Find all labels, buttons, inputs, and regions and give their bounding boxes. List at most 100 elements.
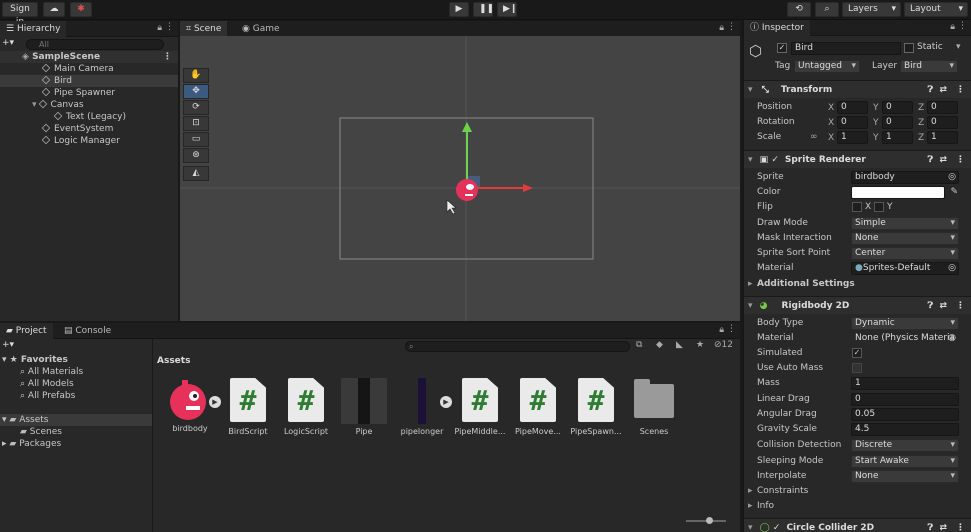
project-add-button[interactable]: +▾ [2, 340, 14, 350]
collab-icon[interactable]: ✱ [70, 2, 92, 17]
packages-folder-row[interactable]: ▸ ▰ Packages [0, 438, 150, 450]
favorite-item[interactable]: ⌕ All Models [0, 378, 150, 390]
sprite-field[interactable]: birdbody ◎ [851, 171, 959, 184]
scale-tool[interactable]: ⊡ [183, 116, 209, 131]
rb-material-field[interactable]: None (Physics Materia ◎ [851, 332, 959, 345]
icon-size-slider[interactable] [686, 517, 726, 524]
help-icon[interactable]: ❓︎ [928, 151, 933, 169]
help-icon[interactable]: ❓︎ [928, 297, 933, 315]
tab-console[interactable]: ▤ Console [58, 323, 117, 339]
hidden-packages-count[interactable]: ⊘12 [714, 340, 733, 350]
draw-mode-dropdown[interactable]: Simple [851, 217, 959, 230]
position-z-field[interactable]: Z0 [918, 101, 958, 114]
asset-tile[interactable]: # BirdScript [218, 378, 278, 436]
collision-dropdown[interactable]: Discrete [851, 439, 959, 452]
preset-icon[interactable]: ⇄ [939, 81, 947, 99]
expand-arrow-icon[interactable]: ▾ [32, 100, 37, 110]
object-picker-icon[interactable]: ◎ [948, 263, 956, 274]
object-picker-icon[interactable]: ◎ [948, 333, 956, 344]
body-type-dropdown[interactable]: Dynamic [851, 317, 959, 330]
hierarchy-item[interactable]: Text (Legacy) [0, 111, 178, 123]
hierarchy-item[interactable]: Logic Manager [0, 135, 178, 147]
gravity-field[interactable]: 4.5 [851, 423, 959, 436]
mass-field[interactable]: 1 [851, 377, 959, 390]
expand-arrow-icon[interactable]: ▸ [748, 277, 753, 292]
component-menu-icon[interactable]: ⋮ [956, 151, 965, 169]
collapse-arrow-icon[interactable]: ▾ [748, 301, 753, 311]
expand-arrow-icon[interactable]: ▸ [748, 484, 753, 499]
rotation-y-field[interactable]: Y0 [873, 116, 913, 129]
hierarchy-item-selected[interactable]: Bird [0, 75, 178, 87]
constraints-foldout[interactable]: ▸ Constraints [744, 484, 971, 499]
history-icon[interactable]: ⟲ [787, 2, 811, 17]
move-tool[interactable]: ✥ [183, 84, 209, 99]
component-menu-icon[interactable]: ⋮ [956, 297, 965, 315]
inspector-lock-icon[interactable]: 🔒︎ [950, 22, 955, 32]
rotation-x-field[interactable]: X0 [828, 116, 868, 129]
scale-y-field[interactable]: Y1 [873, 131, 913, 144]
enabled-checkbox[interactable]: ✓ [773, 523, 781, 532]
interpolate-dropdown[interactable]: None [851, 470, 959, 483]
angular-drag-field[interactable]: 0.05 [851, 408, 959, 421]
sleeping-dropdown[interactable]: Start Awake [851, 455, 959, 468]
hierarchy-item[interactable]: EventSystem [0, 123, 178, 135]
search-icon[interactable]: ⌕ [815, 2, 839, 17]
flip-x-checkbox[interactable] [852, 202, 862, 212]
lock-icon[interactable]: 🔒︎ [157, 23, 162, 33]
rotate-tool[interactable]: ⟳ [183, 100, 209, 115]
static-checkbox[interactable] [904, 43, 914, 53]
scale-x-field[interactable]: X1 [828, 131, 868, 144]
color-swatch[interactable] [851, 186, 945, 199]
position-x-field[interactable]: X0 [828, 101, 868, 114]
play-button[interactable]: ▶ [449, 2, 469, 17]
rigidbody-header[interactable]: ▾ ◕ Rigidbody 2D ❓︎ ⇄ ⋮ [744, 296, 971, 314]
preset-icon[interactable]: ⇄ [939, 519, 947, 532]
sign-in-button[interactable]: Sign in [2, 2, 38, 27]
scene-more-icon[interactable]: ⋮ [727, 22, 736, 32]
object-name-input[interactable]: Bird [791, 42, 901, 55]
transform-tool[interactable]: ⊛ [183, 148, 209, 163]
pause-button[interactable]: ❚❚ [473, 2, 494, 17]
assets-folder-row[interactable]: ▾ ▰ Assets [0, 414, 152, 426]
cloud-icon[interactable]: ☁ [43, 2, 65, 17]
hierarchy-item[interactable]: Pipe Spawner [0, 87, 178, 99]
enabled-checkbox[interactable]: ✓ [771, 155, 779, 165]
auto-mass-checkbox[interactable] [852, 363, 862, 373]
favorite-star-icon[interactable]: ★ [696, 340, 704, 350]
sort-point-dropdown[interactable]: Center [851, 247, 959, 260]
tag-dropdown[interactable]: Untagged [794, 60, 860, 73]
collapse-arrow-icon[interactable]: ▾ [748, 85, 753, 95]
project-more-icon[interactable]: ⋮ [727, 324, 736, 334]
hierarchy-item[interactable]: ▾ Canvas [0, 99, 178, 111]
object-picker-icon[interactable]: ◎ [948, 172, 956, 183]
tab-inspector[interactable]: ⓘ Inspector [744, 20, 810, 36]
tab-scene[interactable]: ⌗ Scene [180, 21, 228, 37]
scale-z-field[interactable]: Z1 [918, 131, 958, 144]
material-field[interactable]: ●Sprites-Default ◎ [851, 262, 959, 275]
rotation-z-field[interactable]: Z0 [918, 116, 958, 129]
linear-drag-field[interactable]: 0 [851, 393, 959, 406]
asset-tile[interactable]: # PipeMiddle... [450, 378, 510, 436]
asset-tile[interactable]: Pipe [334, 378, 394, 436]
tag-icon[interactable]: ◣ [676, 340, 683, 350]
scene-viewport[interactable] [180, 36, 740, 321]
static-dropdown-icon[interactable]: ▾ [956, 42, 961, 52]
hierarchy-search[interactable]: All [26, 39, 164, 50]
add-button[interactable]: +▾ [2, 38, 14, 48]
more-icon[interactable]: ⋮ [165, 22, 174, 32]
position-y-field[interactable]: Y0 [873, 101, 913, 114]
mask-dropdown[interactable]: None [851, 232, 959, 245]
asset-tile[interactable]: Scenes [624, 378, 684, 436]
link-icon[interactable]: ∞ [810, 130, 818, 145]
scene-row[interactable]: ◈ SampleScene ⋮ [0, 51, 178, 63]
y-axis-arrow-icon[interactable] [462, 122, 472, 132]
hierarchy-item[interactable]: Main Camera [0, 63, 178, 75]
simulated-checkbox[interactable]: ✓ [852, 348, 862, 358]
hand-tool[interactable]: ✋ [183, 68, 209, 83]
scene-more-icon[interactable]: ⋮ [163, 51, 172, 63]
inspector-more-icon[interactable]: ⋮ [958, 21, 967, 31]
project-lock-icon[interactable]: 🔒︎ [719, 325, 724, 335]
asset-tile[interactable]: # PipeMove... [508, 378, 568, 436]
component-menu-icon[interactable]: ⋮ [956, 81, 965, 99]
transform-header[interactable]: ▾ ⤡ Transform ❓︎ ⇄ ⋮ [744, 80, 971, 98]
